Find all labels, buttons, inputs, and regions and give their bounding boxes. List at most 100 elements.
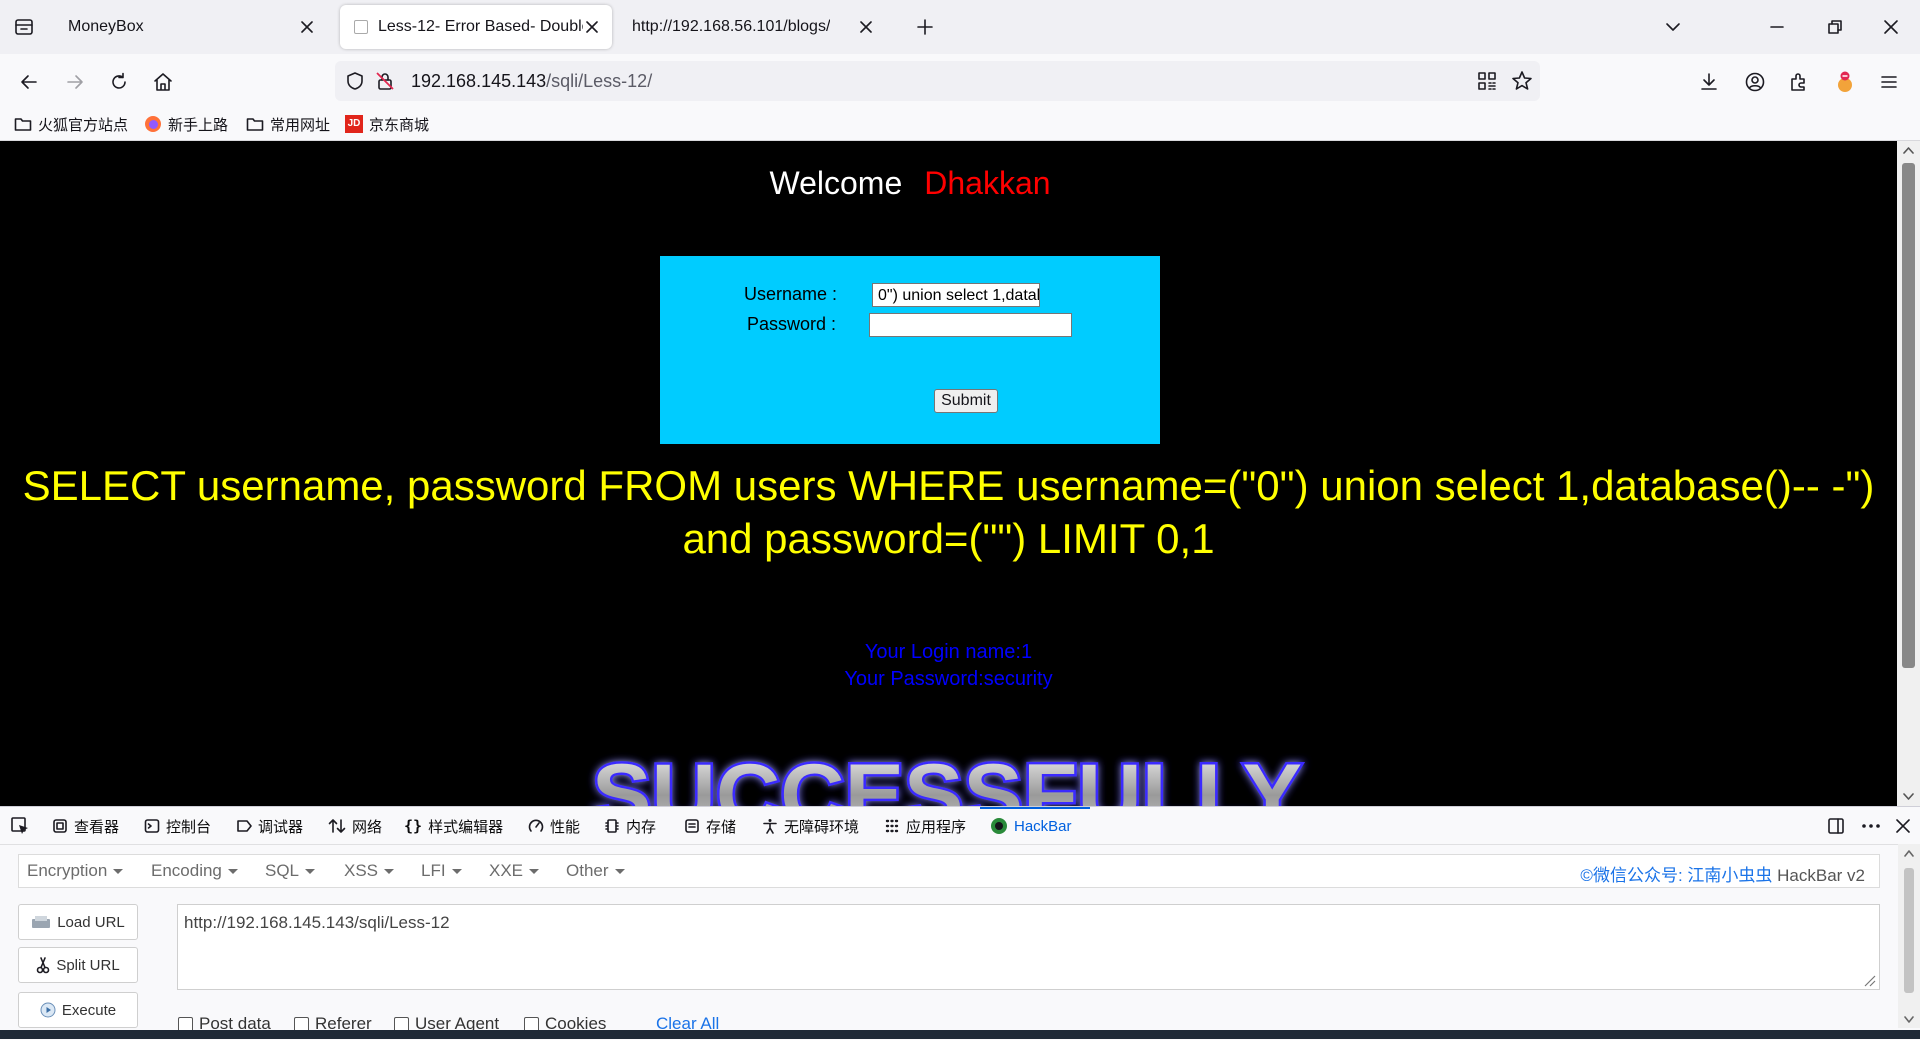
window-close-icon[interactable] <box>1882 18 1900 36</box>
reload-icon[interactable] <box>104 67 134 97</box>
minimize-icon[interactable] <box>1768 18 1786 36</box>
menu-lfi[interactable]: LFI <box>421 861 462 881</box>
devtools-tab-network[interactable]: 网络 <box>328 814 382 838</box>
braces-icon: {} <box>404 817 423 835</box>
bookmarks-toolbar: 火狐官方站点 新手上路 常用网址 JD 京东商城 <box>0 108 1920 141</box>
application-grid-icon <box>885 819 899 833</box>
bookmark-item[interactable]: JD 京东商城 <box>345 113 429 135</box>
success-image-text: SUCCESSFULLY <box>592 747 1302 806</box>
bookmark-star-icon[interactable] <box>1511 70 1533 92</box>
load-url-button[interactable]: Load URL <box>18 904 138 940</box>
account-icon[interactable] <box>1740 67 1770 97</box>
menu-other[interactable]: Other <box>566 861 625 881</box>
hackbar-credit: ©微信公众号: 江南小虫虫 HackBar v2 <box>1580 861 1865 886</box>
devtools-scrollbar[interactable] <box>1898 844 1920 1028</box>
devtools-tab-label: 调试器 <box>258 818 304 836</box>
dock-side-icon[interactable] <box>1826 816 1846 836</box>
home-icon[interactable] <box>148 67 178 97</box>
extension-badge-icon[interactable] <box>1830 67 1860 97</box>
devtools-tab-label: 无障碍环境 <box>784 818 860 836</box>
forward-icon[interactable] <box>60 67 90 97</box>
devtools-tab-console[interactable]: 控制台 <box>144 814 211 838</box>
menu-encoding[interactable]: Encoding <box>151 861 238 881</box>
login-password-text: Your Password:security <box>844 668 1053 690</box>
caret-down-icon <box>113 868 124 874</box>
menu-encryption[interactable]: Encryption <box>27 861 124 881</box>
caret-down-icon <box>614 868 625 874</box>
devtools-tab-style-editor[interactable]: {} 样式编辑器 <box>404 814 503 838</box>
tab-overflow-chevron-icon[interactable] <box>1664 18 1682 36</box>
split-url-button[interactable]: Split URL <box>18 947 138 983</box>
menu-icon[interactable] <box>1874 67 1904 97</box>
insecure-lock-icon[interactable] <box>375 71 395 91</box>
tab-list-icon[interactable] <box>14 17 34 37</box>
tab-close-icon[interactable] <box>582 17 602 37</box>
url-bar[interactable]: 192.168.145.143/sqli/Less-12/ <box>335 61 1540 101</box>
execute-button[interactable]: Execute <box>18 992 138 1028</box>
welcome-text: Welcome <box>769 165 903 201</box>
username-input[interactable]: 0") union select 1,database()-- - <box>872 283 1040 307</box>
debugger-icon <box>237 820 252 832</box>
bookmark-item[interactable]: 火狐官方站点 <box>14 113 128 135</box>
downloads-icon[interactable] <box>1694 67 1724 97</box>
qr-code-icon[interactable] <box>1477 71 1497 91</box>
devtools-tab-accessibility[interactable]: 无障碍环境 <box>762 814 859 838</box>
page-scrollbar-thumb[interactable] <box>1902 163 1915 668</box>
devtools-tab-hackbar[interactable]: HackBar <box>990 814 1072 838</box>
bookmark-item[interactable]: 常用网址 <box>246 113 330 135</box>
credit-author-link[interactable]: 江南小虫虫 <box>1687 866 1772 885</box>
back-icon[interactable] <box>14 67 44 97</box>
page-favicon-icon <box>354 20 368 34</box>
sql-query-line: SELECT username, password FROM users WHE… <box>22 462 1875 509</box>
scroll-up-arrow-icon[interactable] <box>1903 146 1914 154</box>
button-label: Execute <box>61 1001 117 1019</box>
storage-icon <box>685 819 699 833</box>
devtools-tab-label: 存储 <box>706 818 737 836</box>
devtools-tab-performance[interactable]: 性能 <box>528 814 580 838</box>
tab-moneybox[interactable]: MoneyBox <box>56 0 331 54</box>
devtools-tab-storage[interactable]: 存储 <box>684 814 736 838</box>
devtools-tab-inspector[interactable]: 查看器 <box>52 814 119 838</box>
menu-xss[interactable]: XSS <box>344 861 395 881</box>
tab-blogs[interactable]: http://192.168.56.101/blogs/ <box>620 0 890 54</box>
menu-sql[interactable]: SQL <box>265 861 316 881</box>
page-scrollbar[interactable] <box>1897 141 1920 806</box>
console-icon <box>144 819 160 833</box>
tab-close-icon[interactable] <box>297 17 317 37</box>
credit-suffix: HackBar v2 <box>1772 866 1865 885</box>
active-tab-indicator <box>980 807 1090 809</box>
extensions-icon[interactable] <box>1784 67 1814 97</box>
login-form: Username : 0") union select 1,database()… <box>660 256 1160 444</box>
restore-icon[interactable] <box>1826 18 1844 36</box>
login-name-text: Your Login name:1 <box>864 641 1033 663</box>
password-label: Password : <box>747 314 837 334</box>
sql-query-line: and password=("") LIMIT 0,1 <box>682 515 1215 562</box>
scroll-down-arrow-icon[interactable] <box>1903 793 1914 801</box>
caret-down-icon <box>529 868 540 874</box>
more-options-icon[interactable] <box>1860 816 1882 836</box>
textarea-resize-handle-icon[interactable] <box>1862 973 1876 987</box>
new-tab-button[interactable] <box>915 17 935 37</box>
devtools-toolbar: 查看器 控制台 调试器 网络 {} 样式编辑器 性能 内存 存储 无障碍环境 应… <box>0 807 1920 845</box>
scroll-up-arrow-icon[interactable] <box>1904 850 1914 857</box>
scroll-down-arrow-icon[interactable] <box>1904 1016 1914 1023</box>
devtools-tab-application[interactable]: 应用程序 <box>884 814 966 838</box>
url-text[interactable]: 192.168.145.143/sqli/Less-12/ <box>411 71 652 92</box>
page-viewport: Welcome Dhakkan Username : 0") union sele… <box>0 141 1897 806</box>
devtools-tab-debugger[interactable]: 调试器 <box>236 814 303 838</box>
menu-label: LFI <box>421 861 446 880</box>
shield-icon[interactable] <box>345 71 365 91</box>
menu-xxe[interactable]: XXE <box>489 861 540 881</box>
devtools-panel: 查看器 控制台 调试器 网络 {} 样式编辑器 性能 内存 存储 无障碍环境 应… <box>0 806 1920 1040</box>
password-input[interactable] <box>869 313 1072 337</box>
submit-button[interactable]: Submit <box>934 389 998 413</box>
devtools-close-icon[interactable] <box>1894 817 1912 835</box>
execute-play-icon <box>40 1002 56 1018</box>
tab-close-icon[interactable] <box>856 17 876 37</box>
element-picker-icon[interactable] <box>10 816 30 836</box>
tab-less-12[interactable]: Less-12- Error Based- Double <box>340 5 612 49</box>
bookmark-item[interactable]: 新手上路 <box>144 113 228 135</box>
hackbar-url-textarea[interactable]: http://192.168.145.143/sqli/Less-12 <box>177 904 1880 990</box>
devtools-tab-memory[interactable]: 内存 <box>604 814 656 838</box>
devtools-scrollbar-thumb[interactable] <box>1904 868 1914 993</box>
